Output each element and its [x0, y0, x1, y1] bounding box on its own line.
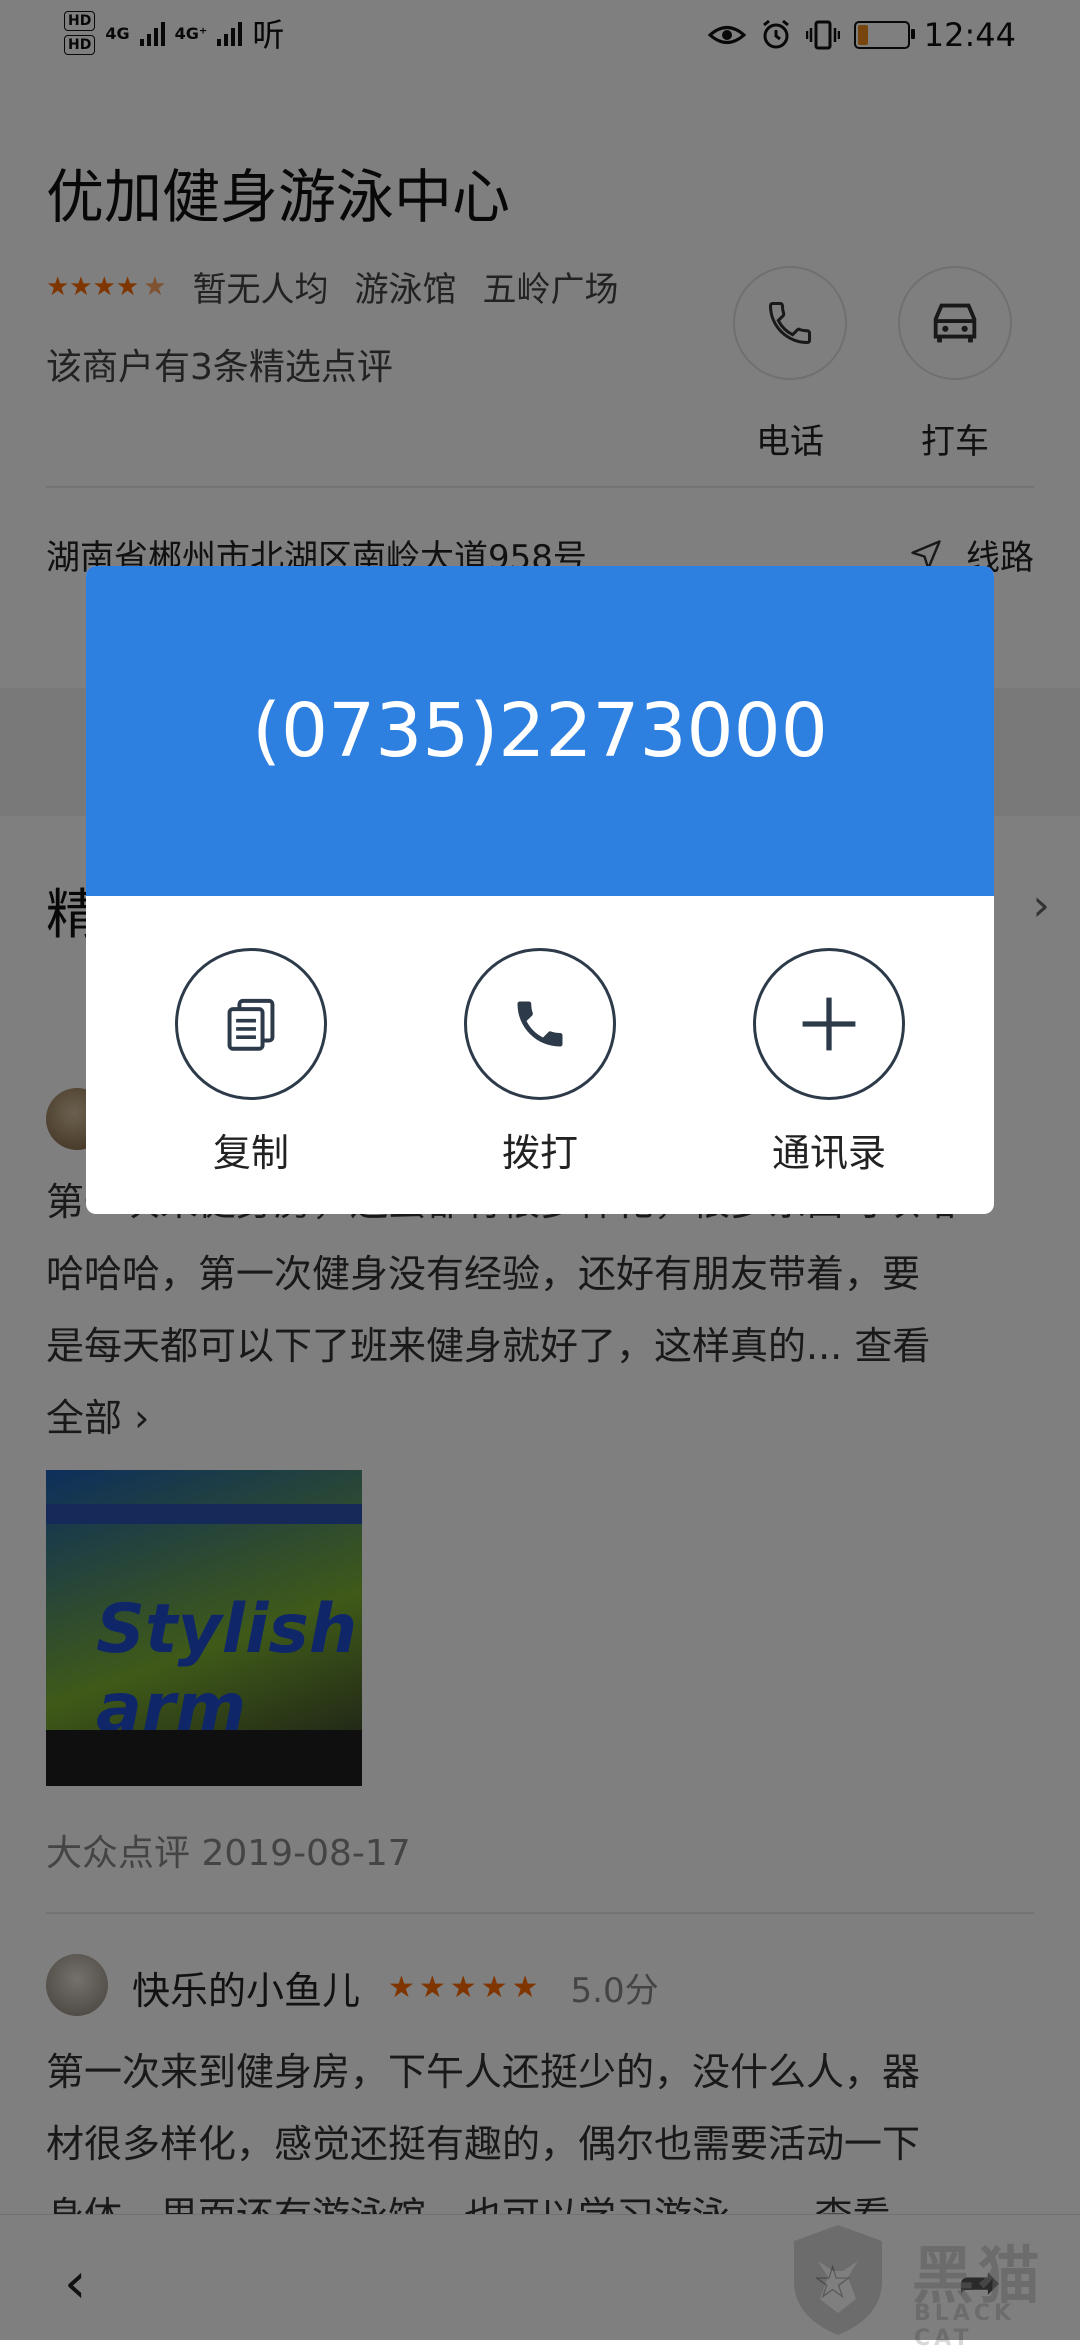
dialog-header: (0735)2273000 [86, 566, 994, 896]
contacts-label: 通讯录 [771, 1131, 886, 1175]
copy-button[interactable]: 复制 [141, 948, 361, 1177]
call-label: 拨打 [501, 1131, 578, 1175]
dialog-actions: 复制 拨打 通讯录 [86, 948, 994, 1178]
copy-icon-ring[interactable] [175, 948, 327, 1100]
phone-dialog: (0735)2273000 复制 拨打 通讯录 [86, 566, 994, 1214]
copy-icon [227, 998, 275, 1051]
plus-icon [802, 997, 856, 1051]
call-icon-ring[interactable] [464, 948, 616, 1100]
call-button[interactable]: 拨打 [430, 948, 650, 1177]
add-icon-ring[interactable] [753, 948, 905, 1100]
copy-label: 复制 [212, 1131, 289, 1175]
add-contact-button[interactable]: 通讯录 [719, 948, 939, 1177]
phone-call-icon [517, 1001, 563, 1047]
phone-number: (0735)2273000 [252, 688, 828, 774]
